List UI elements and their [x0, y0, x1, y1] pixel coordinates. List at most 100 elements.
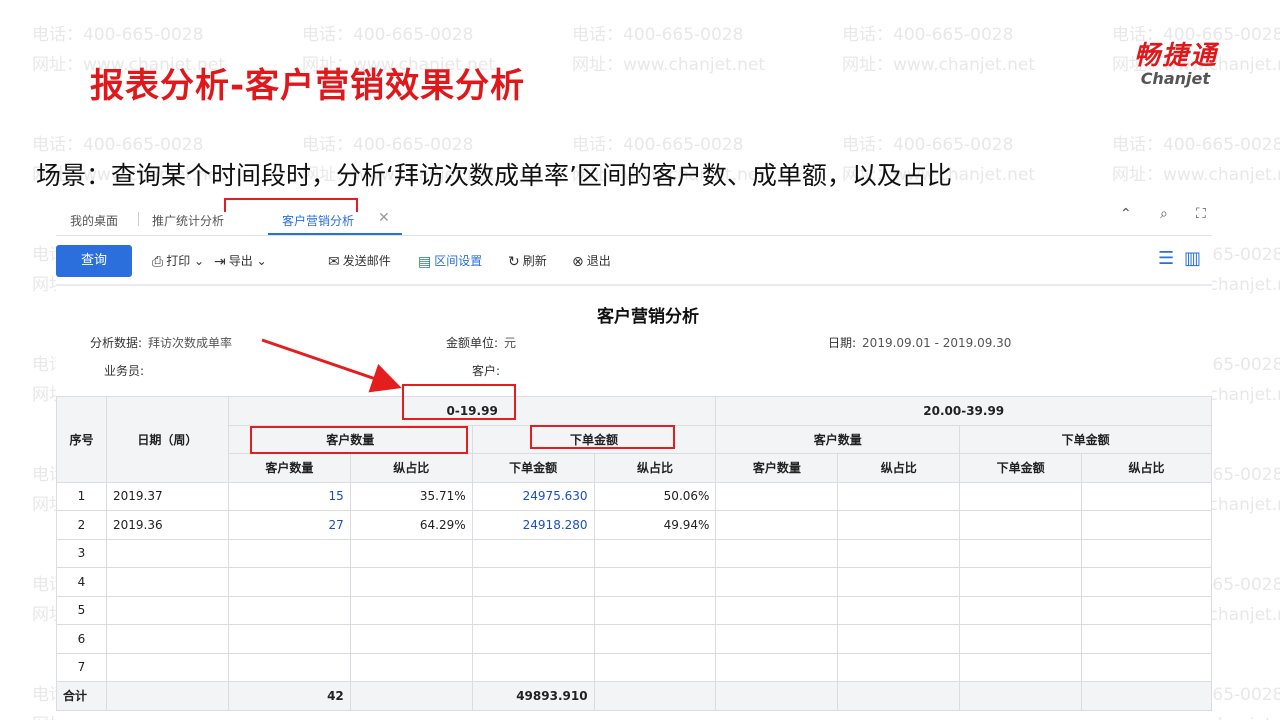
watermark-phone: 电话：400-665-0028 — [32, 25, 204, 45]
refresh-button[interactable]: ↻ 刷新 — [508, 252, 547, 270]
amount-unit: 金额单位: 元 — [446, 336, 517, 350]
cell-g1-count — [227, 595, 351, 625]
chanjet-logo: 畅捷通 Chanjet — [1088, 42, 1218, 88]
printer-icon: ⎙ — [152, 254, 164, 270]
total-row: 合计 42 49893.910 — [56, 681, 1212, 711]
print-button[interactable]: ⎙ 打印 ⌄ — [152, 252, 204, 270]
table-cell — [959, 567, 1083, 597]
table-row[interactable]: 1 2019.37 15 35.71% 24975.630 50.06% — [56, 481, 1212, 511]
watermark-phone: 电话：400-665-0028 — [842, 135, 1014, 155]
watermark-phone: 电话：400-665-0028 — [572, 25, 744, 45]
highlight-tab-box — [224, 198, 358, 212]
query-button[interactable]: 查询 — [56, 245, 132, 277]
watermark-site: 网址：www.chanjet.net — [842, 55, 1036, 75]
slide-title: 报表分析-客户营销效果分析 — [90, 66, 526, 106]
tab-my-desktop[interactable]: 我的桌面 — [70, 212, 118, 229]
cell-g1-amount — [471, 595, 595, 625]
table-cell — [1081, 567, 1212, 597]
table-cell — [959, 652, 1083, 682]
report-title: 客户营销分析 — [597, 307, 699, 327]
cell-g1-count[interactable]: 27 — [227, 510, 351, 540]
range-settings-button[interactable]: ▤ 区间设置 — [418, 252, 482, 270]
search-icon[interactable]: ⌕ — [1160, 206, 1168, 222]
export-icon: ⇥ — [214, 254, 226, 270]
table-cell — [1081, 595, 1212, 625]
cell-g1-amount[interactable]: 24918.280 — [471, 510, 595, 540]
cell-g1-count[interactable]: 15 — [227, 481, 351, 511]
exit-button[interactable]: ⊗ 退出 — [572, 252, 611, 270]
watermark-phone: 电话：400-665-0028 — [302, 25, 474, 45]
watermark-phone: 电话：400-665-0028 — [302, 135, 474, 155]
col-header-amount: 下单金额 — [959, 453, 1083, 483]
row-date — [105, 567, 229, 597]
watermark-site: 网址：www.chanjet.net — [1112, 165, 1280, 185]
table-cell — [837, 567, 961, 597]
table-cell — [715, 538, 839, 568]
table-cell — [105, 681, 229, 711]
cell-g1-count — [227, 567, 351, 597]
table-cell — [837, 624, 961, 654]
table-cell — [715, 595, 839, 625]
row-index: 3 — [56, 538, 107, 568]
customer-label: 客户: — [472, 364, 501, 378]
cell-g1-amount — [471, 567, 595, 597]
col-header-index: 序号 — [56, 396, 107, 483]
col-header-amount-pct: 纵占比 — [593, 453, 717, 483]
table-row[interactable]: 7 — [56, 652, 1212, 682]
table-cell — [837, 652, 961, 682]
table-cell — [1081, 481, 1212, 511]
list-view-icon[interactable]: ☰ — [1158, 248, 1174, 269]
total-label: 合计 — [56, 681, 107, 711]
table-cell — [837, 681, 961, 711]
tab-customer-marketing[interactable]: 客户营销分析 — [282, 212, 354, 229]
table-cell — [1081, 681, 1212, 711]
table-row[interactable]: 6 — [56, 624, 1212, 654]
table-cell — [715, 652, 839, 682]
table-cell — [959, 510, 1083, 540]
table-cell — [1081, 624, 1212, 654]
watermark-phone: 电话：400-665-0028 — [1112, 135, 1280, 155]
fullscreen-icon[interactable]: ⛶ — [1196, 206, 1206, 222]
app-window: 我的桌面 推广统计分析 客户营销分析 ✕ ⌃ ⌕ ⛶ 查询 ⎙ 打印 ⌄ ⇥ 导出 … — [56, 200, 1212, 720]
chart-view-icon[interactable]: ▥ — [1184, 248, 1201, 269]
table-row[interactable]: 5 — [56, 595, 1212, 625]
cell-g1-count-pct — [349, 538, 473, 568]
row-index: 6 — [56, 624, 107, 654]
row-index: 1 — [56, 481, 107, 511]
cell-g1-count-pct: 35.71% — [349, 481, 473, 511]
salesman-label: 业务员: — [104, 364, 145, 378]
cell-g1-amount[interactable]: 24975.630 — [471, 481, 595, 511]
table-cell — [959, 595, 1083, 625]
cell-g1-amount-pct — [593, 652, 717, 682]
table-cell — [837, 510, 961, 540]
group-header-range-2: 20.00-39.99 — [715, 396, 1212, 426]
row-index: 7 — [56, 652, 107, 682]
row-index: 4 — [56, 567, 107, 597]
col-header-count-pct: 纵占比 — [837, 453, 961, 483]
table-row[interactable]: 3 — [56, 538, 1212, 568]
mail-icon: ✉ — [328, 254, 340, 270]
watermark-phone: 电话：400-665-0028 — [32, 135, 204, 155]
cell-g1-amount-pct — [593, 567, 717, 597]
row-date — [105, 652, 229, 682]
table-cell — [349, 681, 473, 711]
send-email-button[interactable]: ✉ 发送邮件 — [328, 252, 391, 270]
export-button[interactable]: ⇥ 导出 ⌄ — [214, 252, 267, 270]
cell-g1-amount — [471, 538, 595, 568]
col-header-amount-pct: 纵占比 — [1081, 453, 1212, 483]
col-header-count: 客户数量 — [715, 453, 839, 483]
cell-g1-amount-pct — [593, 595, 717, 625]
table-cell — [959, 681, 1083, 711]
collapse-icon[interactable]: ⌃ — [1120, 206, 1132, 222]
tab-promotion-stats[interactable]: 推广统计分析 — [152, 212, 224, 229]
exit-icon: ⊗ — [572, 254, 584, 270]
row-index: 2 — [56, 510, 107, 540]
cell-g1-amount-pct: 50.06% — [593, 481, 717, 511]
table-row[interactable]: 4 — [56, 567, 1212, 597]
table-row[interactable]: 2 2019.36 27 64.29% 24918.280 49.94% — [56, 510, 1212, 540]
close-tab-icon[interactable]: ✕ — [378, 210, 390, 226]
table-cell — [1081, 510, 1212, 540]
col-header-count: 客户数量 — [227, 453, 351, 483]
highlight-count-box — [250, 426, 468, 454]
cell-g1-count-pct: 64.29% — [349, 510, 473, 540]
